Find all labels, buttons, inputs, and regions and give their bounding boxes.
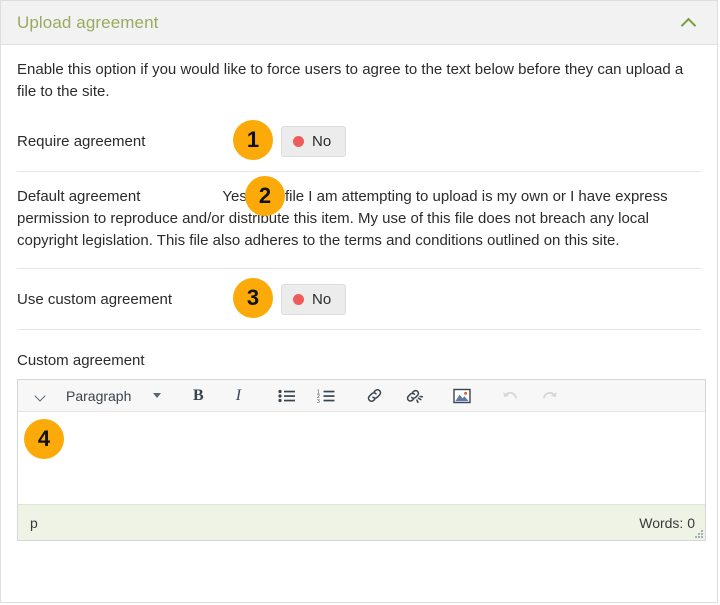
- editor-word-count: Words: 0: [639, 514, 695, 531]
- use-custom-agreement-toggle-label: No: [312, 290, 332, 308]
- require-agreement-toggle[interactable]: No: [281, 125, 347, 157]
- style-select-label: Paragraph: [66, 387, 132, 404]
- italic-button[interactable]: I: [219, 383, 257, 409]
- numbered-list-button[interactable]: 1 2 3: [307, 383, 345, 409]
- chevron-up-icon[interactable]: [681, 14, 699, 32]
- bullet-list-button[interactable]: [267, 383, 305, 409]
- editor-toolbar: Paragraph B I 1 2 3: [18, 380, 705, 412]
- link-icon[interactable]: [355, 383, 393, 409]
- style-select[interactable]: Paragraph: [62, 383, 169, 409]
- panel-body: Enable this option if you would like to …: [1, 45, 717, 541]
- image-icon[interactable]: [443, 383, 481, 409]
- use-custom-agreement-control: 3 No: [233, 277, 701, 318]
- panel-header[interactable]: Upload agreement: [1, 1, 717, 45]
- require-agreement-toggle-label: No: [312, 132, 332, 150]
- toggle-status-dot: [293, 135, 304, 147]
- undo-icon[interactable]: [491, 383, 529, 409]
- row-require-agreement: Require agreement 1 No: [17, 111, 701, 171]
- editor-resize-handle[interactable]: [692, 527, 703, 538]
- editor-element-path[interactable]: p: [30, 515, 38, 531]
- use-custom-agreement-toggle[interactable]: No: [281, 283, 347, 315]
- require-agreement-control: 1 No: [233, 119, 701, 160]
- redo-icon[interactable]: [531, 383, 569, 409]
- require-agreement-label: Require agreement: [17, 132, 146, 150]
- custom-agreement-textarea[interactable]: 4: [18, 412, 705, 504]
- upload-agreement-panel: Upload agreement Enable this option if y…: [0, 0, 718, 603]
- block-style-toggle-icon[interactable]: [22, 383, 60, 409]
- row-use-custom-agreement: Use custom agreement 3 No: [17, 269, 701, 329]
- annotation-badge-4: 4: [24, 419, 64, 459]
- editor-statusbar: p Words: 0: [18, 504, 705, 540]
- default-agreement-block: Default agreement Yes: The file I am atte…: [17, 186, 701, 252]
- row-default-agreement: 2 Default agreement Yes: The file I am at…: [17, 172, 701, 268]
- chevron-down-icon: [153, 393, 162, 398]
- custom-agreement-section: Custom agreement Paragraph B I 1 2 3 4 p…: [17, 330, 706, 541]
- custom-agreement-label: Custom agreement: [17, 352, 145, 369]
- rich-text-editor: Paragraph B I 1 2 3 4 p Words: 0: [17, 379, 706, 541]
- panel-intro-text: Enable this option if you would like to …: [17, 61, 684, 100]
- annotation-badge-3: 3: [233, 277, 273, 318]
- unlink-icon[interactable]: [395, 383, 433, 409]
- default-agreement-label: Default agreement: [17, 188, 141, 205]
- toggle-status-dot: [293, 293, 304, 305]
- bold-button[interactable]: B: [179, 383, 217, 409]
- use-custom-agreement-label: Use custom agreement: [17, 290, 173, 308]
- svg-text:3: 3: [317, 398, 320, 402]
- page-title: Upload agreement: [17, 12, 159, 32]
- annotation-badge-1: 1: [233, 119, 273, 160]
